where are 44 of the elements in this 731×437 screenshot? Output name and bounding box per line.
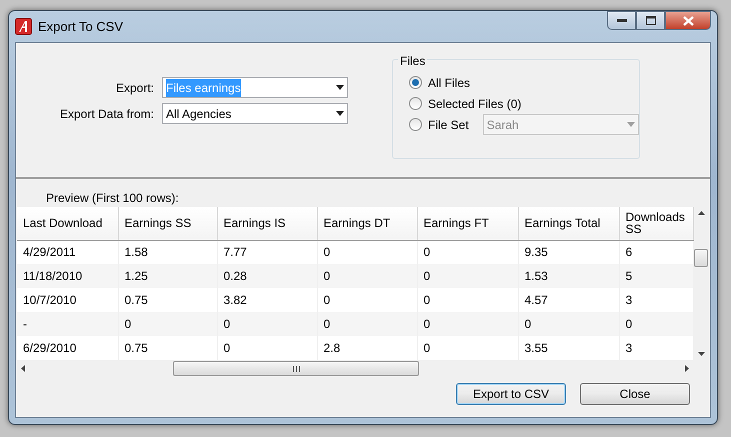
table-cell: 1.53 (518, 264, 619, 288)
column-header[interactable]: Earnings Total (518, 207, 619, 240)
table-cell: 0 (417, 312, 518, 336)
minimize-button[interactable] (607, 11, 636, 30)
radio-label[interactable]: All Files (428, 74, 470, 92)
column-header[interactable]: Earnings FT (417, 207, 518, 240)
maximize-icon (646, 16, 656, 25)
column-header[interactable]: Downloads SS (619, 207, 693, 240)
table-cell: 0 (619, 312, 693, 336)
radio-label[interactable]: Selected Files (0) (428, 94, 522, 112)
table-cell: 0.28 (217, 264, 317, 288)
minimize-icon (616, 18, 626, 22)
close-icon (682, 16, 694, 26)
dropdown-field[interactable]: All Agencies (162, 103, 348, 124)
table-cell: - (17, 312, 118, 336)
dropdown-caret-icon (336, 111, 344, 116)
table-cell: 0 (518, 312, 619, 336)
column-header[interactable]: Earnings SS (118, 207, 217, 240)
column-header[interactable]: Last Download (17, 207, 118, 240)
dropdown-caret-icon (627, 122, 635, 127)
table-cell: 0 (317, 312, 417, 336)
column-header[interactable]: Earnings IS (217, 207, 317, 240)
field-label: Export Data from: (58, 106, 155, 122)
radio-button[interactable] (409, 76, 422, 89)
preview-label: Preview (First 100 rows): (46, 191, 179, 205)
close-button[interactable] (665, 11, 711, 30)
column-header[interactable]: Earnings DT (317, 207, 417, 240)
scrollbar-thumb[interactable] (173, 361, 419, 376)
table-cell: 0 (417, 264, 518, 288)
table-cell: 5 (619, 264, 693, 288)
table-cell: 0 (217, 312, 317, 336)
table-cell: 11/18/2010 (17, 264, 118, 288)
window-title: Export To CSV (38, 18, 124, 36)
dropdown-caret-icon (336, 85, 344, 90)
maximize-button[interactable] (636, 11, 665, 30)
field-label: Export: (114, 80, 155, 96)
scrollbar-thumb[interactable] (694, 248, 708, 266)
table-cell: 0 (317, 264, 417, 288)
dialog-button[interactable]: Close (580, 383, 690, 405)
table-cell: 0 (118, 312, 217, 336)
app-logo-icon (15, 18, 32, 35)
dialog-button[interactable]: Export to CSV (456, 383, 566, 405)
table-cell: 1.25 (118, 264, 217, 288)
radio-button[interactable] (409, 97, 422, 110)
